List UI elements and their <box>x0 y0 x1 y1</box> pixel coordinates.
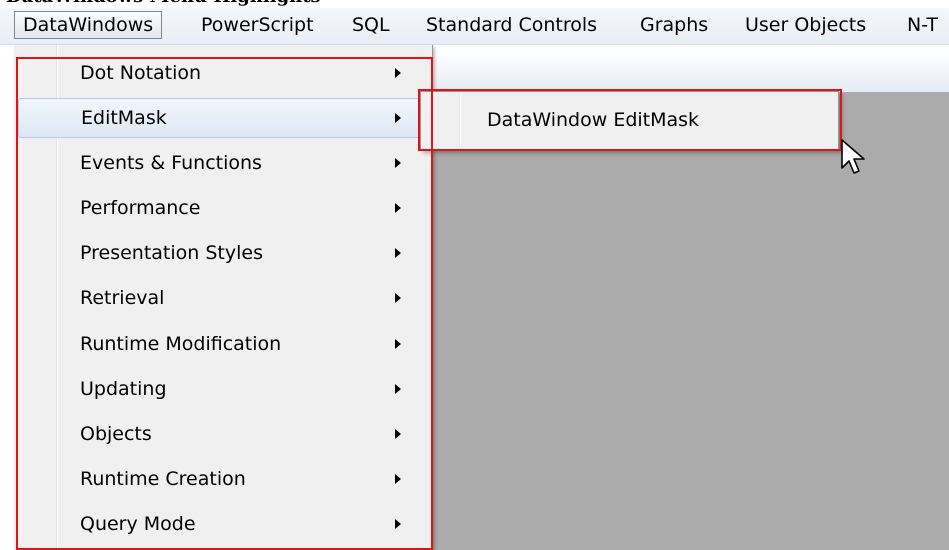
submenu-item-label: DataWindow EditMask <box>487 109 700 131</box>
menu-item-label: Runtime Modification <box>80 333 282 355</box>
editmask-submenu: DataWindow EditMask <box>420 91 839 150</box>
menu-item-label: Retrieval <box>80 287 165 309</box>
submenu-arrow-icon <box>395 113 401 123</box>
menu-bar: DataWindows PowerScript SQL Standard Con… <box>0 8 949 45</box>
mdi-workspace <box>430 92 949 550</box>
menu-item-dot-notation[interactable]: Dot Notation <box>18 53 426 93</box>
menu-item-performance[interactable]: Performance <box>18 188 426 228</box>
submenu-item-datawindow-editmask[interactable]: DataWindow EditMask <box>421 100 836 140</box>
menu-item-presentation-styles[interactable]: Presentation Styles <box>18 233 426 273</box>
menubar-item-user-objects[interactable]: User Objects <box>737 11 874 39</box>
menubar-item-sql[interactable]: SQL <box>344 11 398 39</box>
menu-item-runtime-modification[interactable]: Runtime Modification <box>18 324 426 364</box>
submenu-arrow-icon <box>395 384 401 394</box>
menubar-item-n-t[interactable]: N-T <box>899 11 946 39</box>
menu-item-label: Events & Functions <box>80 152 262 174</box>
submenu-arrow-icon <box>395 68 401 78</box>
menu-item-label: Presentation Styles <box>80 242 263 264</box>
menu-item-label: Objects <box>80 423 152 445</box>
menu-item-label: Performance <box>80 197 201 219</box>
menubar-item-standard-controls[interactable]: Standard Controls <box>418 11 605 39</box>
menu-item-label: Query Mode <box>80 513 196 535</box>
menubar-item-powerscript[interactable]: PowerScript <box>193 11 322 39</box>
menubar-item-graphs[interactable]: Graphs <box>632 11 716 39</box>
submenu-arrow-icon <box>395 474 401 484</box>
submenu-arrow-icon <box>395 339 401 349</box>
menu-item-retrieval[interactable]: Retrieval <box>18 278 426 318</box>
menu-item-editmask[interactable]: EditMask <box>18 98 426 138</box>
clipped-caption: DataWindows Menu Highlights <box>0 0 949 8</box>
submenu-arrow-icon <box>395 519 401 529</box>
menu-item-label: EditMask <box>81 107 167 129</box>
menubar-item-datawindows[interactable]: DataWindows <box>14 11 163 39</box>
menu-item-runtime-creation[interactable]: Runtime Creation <box>18 459 426 499</box>
submenu-arrow-icon <box>395 293 401 303</box>
menu-item-objects[interactable]: Objects <box>18 414 426 454</box>
menu-item-events-functions[interactable]: Events & Functions <box>18 143 426 183</box>
menu-item-query-mode[interactable]: Query Mode <box>18 504 426 544</box>
submenu-arrow-icon <box>395 429 401 439</box>
menu-item-updating[interactable]: Updating <box>18 369 426 409</box>
submenu-arrow-icon <box>395 158 401 168</box>
toolbar-strip <box>430 56 949 93</box>
submenu-arrow-icon <box>395 203 401 213</box>
datawindows-dropdown-menu: Dot Notation EditMask Events & Functions… <box>14 45 433 550</box>
mouse-cursor-icon <box>841 139 865 174</box>
submenu-arrow-icon <box>395 248 401 258</box>
menu-item-label: Runtime Creation <box>80 468 246 490</box>
menu-item-label: Updating <box>80 378 167 400</box>
menu-item-label: Dot Notation <box>80 62 202 84</box>
